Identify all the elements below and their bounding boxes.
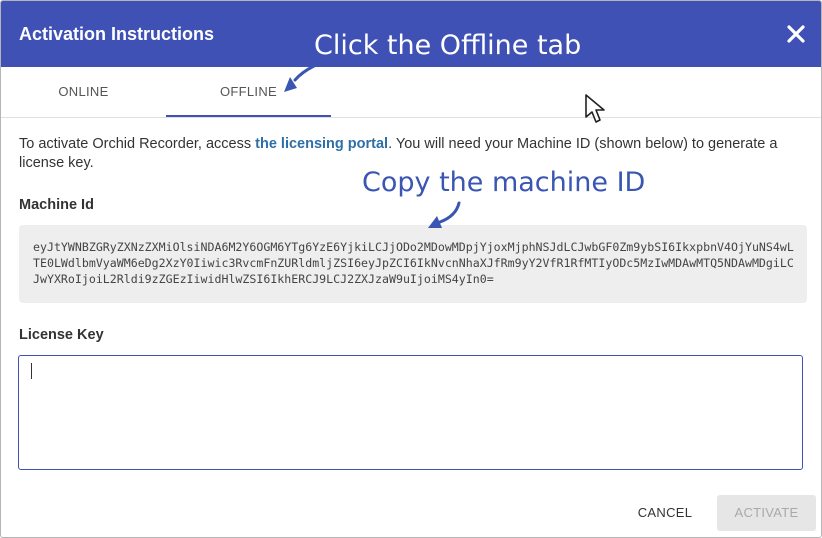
tab-offline[interactable]: OFFLINE: [166, 67, 331, 117]
license-key-input[interactable]: [18, 355, 803, 470]
dialog-title: Activation Instructions: [19, 24, 215, 44]
active-tab-indicator: [166, 115, 331, 117]
text-caret: [31, 363, 32, 379]
close-icon: [787, 25, 805, 43]
callout-copy-machine-id: Copy the machine ID: [362, 167, 646, 198]
close-button[interactable]: [785, 23, 807, 45]
activate-button[interactable]: ACTIVATE: [717, 495, 816, 531]
machine-id-value[interactable]: eyJtYWNBZGRyZXNzZXMiOlsiNDA6M2Y6OGM6YTg6…: [33, 239, 795, 287]
machine-id-label: Machine Id: [19, 197, 94, 213]
tab-online[interactable]: ONLINE: [1, 67, 166, 117]
activation-dialog: Activation Instructions ONLINE OFFLINE T…: [0, 0, 822, 538]
license-key-label: License Key: [19, 327, 104, 343]
tab-bar: ONLINE OFFLINE: [1, 67, 821, 118]
intro-text-start: To activate Orchid Recorder, access: [19, 136, 256, 152]
cancel-button[interactable]: CANCEL: [625, 495, 705, 531]
callout-click-offline-tab: Click the Offline tab: [314, 30, 582, 61]
licensing-portal-link[interactable]: the licensing portal: [255, 136, 388, 152]
mouse-pointer-icon: [585, 94, 605, 123]
machine-id-box[interactable]: eyJtYWNBZGRyZXNzZXMiOlsiNDA6M2Y6OGM6YTg6…: [19, 225, 807, 303]
